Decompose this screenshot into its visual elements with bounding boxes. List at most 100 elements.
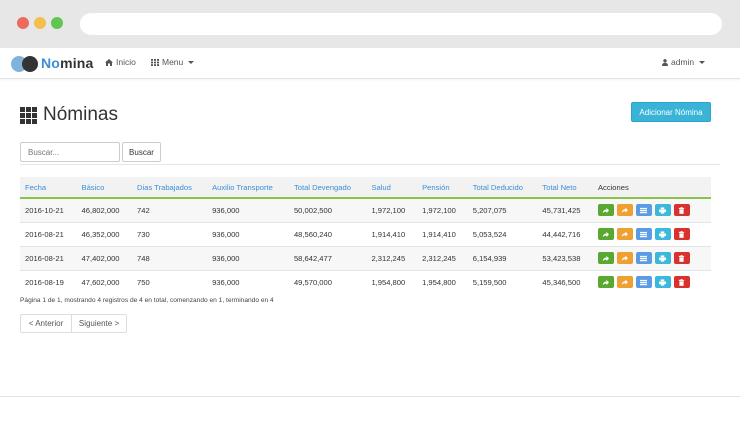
column-header-total-deducido[interactable]: Total Deducido	[467, 177, 538, 199]
logo-circle-dark-icon	[22, 56, 38, 72]
cell-acciones	[592, 221, 711, 246]
address-bar[interactable]	[80, 13, 722, 35]
trash-icon	[679, 278, 685, 286]
column-header-pension[interactable]: Pensión	[417, 177, 468, 199]
footer-divider	[0, 396, 740, 397]
pagination: < Anterior Siguiente >	[20, 314, 127, 333]
page-title: Nóminas	[20, 104, 118, 126]
window-minimize-dot[interactable]	[34, 17, 46, 29]
share-button[interactable]	[597, 204, 614, 217]
print-icon	[659, 207, 667, 214]
add-nomina-button[interactable]: Adicionar Nómina	[631, 102, 711, 122]
cell-pension: 2,312,245	[417, 245, 468, 270]
cell-fecha: 2016-10-21	[20, 197, 77, 222]
trash-icon	[679, 230, 685, 238]
row-actions	[597, 276, 706, 289]
cell-total-neto: 45,731,425	[537, 197, 593, 222]
print-button[interactable]	[654, 252, 671, 264]
nav-menu-dropdown[interactable]: Menu	[151, 57, 195, 67]
search-input[interactable]	[20, 142, 120, 162]
column-header-total-neto[interactable]: Total Neto	[537, 177, 593, 199]
share-button[interactable]	[597, 228, 614, 240]
forward-button[interactable]	[616, 204, 633, 217]
cell-salud: 2,312,245	[366, 245, 418, 270]
list-button[interactable]	[635, 228, 652, 240]
forward-button[interactable]	[616, 276, 633, 289]
cell-basico: 47,602,000	[76, 269, 133, 294]
delete-button[interactable]	[673, 252, 690, 264]
cell-basico: 47,402,000	[76, 245, 133, 270]
cell-salud: 1,914,410	[366, 221, 418, 246]
cell-total-devengado: 48,560,240	[288, 221, 367, 246]
table-row: 2016-10-21 46,802,000 742 936,000 50,002…	[20, 197, 711, 222]
column-header-basico[interactable]: Básico	[76, 177, 133, 199]
list-button[interactable]	[635, 276, 652, 289]
cell-auxilio-transporte: 936,000	[207, 197, 289, 222]
next-page-button[interactable]: Siguiente >	[72, 314, 127, 333]
nav-inicio-label: Inicio	[116, 57, 136, 67]
share-arrow-icon	[603, 207, 610, 213]
cell-salud: 1,972,100	[366, 197, 418, 222]
nav-user-dropdown[interactable]: admin	[662, 57, 706, 67]
list-icon	[640, 279, 648, 285]
brand-name: Nomina	[41, 55, 94, 71]
list-icon	[640, 231, 648, 237]
cell-fecha: 2016-08-21	[20, 221, 77, 246]
cell-pension: 1,954,800	[417, 269, 468, 294]
column-header-dias-trabajados[interactable]: Dias Trabajados	[132, 177, 208, 199]
list-icon	[640, 255, 648, 261]
cell-pension: 1,914,410	[417, 221, 468, 246]
section-divider	[20, 164, 720, 165]
chevron-down-icon	[699, 60, 706, 64]
list-button[interactable]	[635, 252, 652, 264]
print-button[interactable]	[654, 276, 671, 289]
top-navbar: Nomina Inicio Menu admin	[0, 48, 740, 79]
cell-total-deducido: 5,159,500	[467, 269, 538, 294]
cell-total-deducido: 5,207,075	[467, 197, 538, 222]
cell-total-devengado: 50,002,500	[288, 197, 367, 222]
nav-inicio[interactable]: Inicio	[105, 57, 136, 67]
cell-auxilio-transporte: 936,000	[207, 221, 289, 246]
browser-chrome	[0, 0, 740, 48]
table-row: 2016-08-21 47,402,000 748 936,000 58,642…	[20, 245, 711, 270]
print-button[interactable]	[654, 204, 671, 217]
cell-acciones	[592, 245, 711, 270]
cell-total-deducido: 5,053,524	[467, 221, 538, 246]
cell-total-neto: 53,423,538	[537, 245, 593, 270]
column-header-salud[interactable]: Salud	[366, 177, 418, 199]
column-header-acciones: Acciones	[592, 177, 711, 199]
forward-button[interactable]	[616, 252, 633, 264]
home-icon	[105, 58, 113, 66]
cell-auxilio-transporte: 936,000	[207, 245, 289, 270]
forward-arrow-icon	[621, 254, 629, 261]
share-arrow-icon	[603, 279, 610, 285]
cell-total-devengado: 58,642,477	[288, 245, 367, 270]
search-button[interactable]: Buscar	[122, 142, 161, 162]
print-icon	[659, 230, 667, 238]
chevron-down-icon	[188, 60, 195, 64]
delete-button[interactable]	[673, 276, 690, 289]
table-row: 2016-08-21 46,352,000 730 936,000 48,560…	[20, 221, 711, 246]
th-grid-icon	[20, 106, 37, 124]
table-row: 2016-08-19 47,602,000 750 936,000 49,570…	[20, 269, 711, 294]
share-arrow-icon	[603, 231, 610, 237]
forward-button[interactable]	[616, 228, 633, 240]
delete-button[interactable]	[673, 204, 690, 217]
cell-salud: 1,954,800	[366, 269, 418, 294]
row-actions	[597, 204, 706, 217]
delete-button[interactable]	[673, 228, 690, 240]
row-actions	[597, 252, 706, 264]
print-button[interactable]	[654, 228, 671, 240]
share-button[interactable]	[597, 276, 614, 289]
list-button[interactable]	[635, 204, 652, 217]
column-header-total-devengado[interactable]: Total Devengado	[288, 177, 367, 199]
cell-total-neto: 45,346,500	[537, 269, 593, 294]
cell-basico: 46,352,000	[76, 221, 133, 246]
window-maximize-dot[interactable]	[51, 17, 63, 29]
window-close-dot[interactable]	[17, 17, 29, 29]
column-header-fecha[interactable]: Fecha	[20, 177, 77, 199]
column-header-auxilio-transporte[interactable]: Auxilio Transporte	[207, 177, 289, 199]
previous-page-button[interactable]: < Anterior	[20, 314, 72, 333]
share-button[interactable]	[597, 252, 614, 264]
cell-acciones	[592, 269, 711, 294]
